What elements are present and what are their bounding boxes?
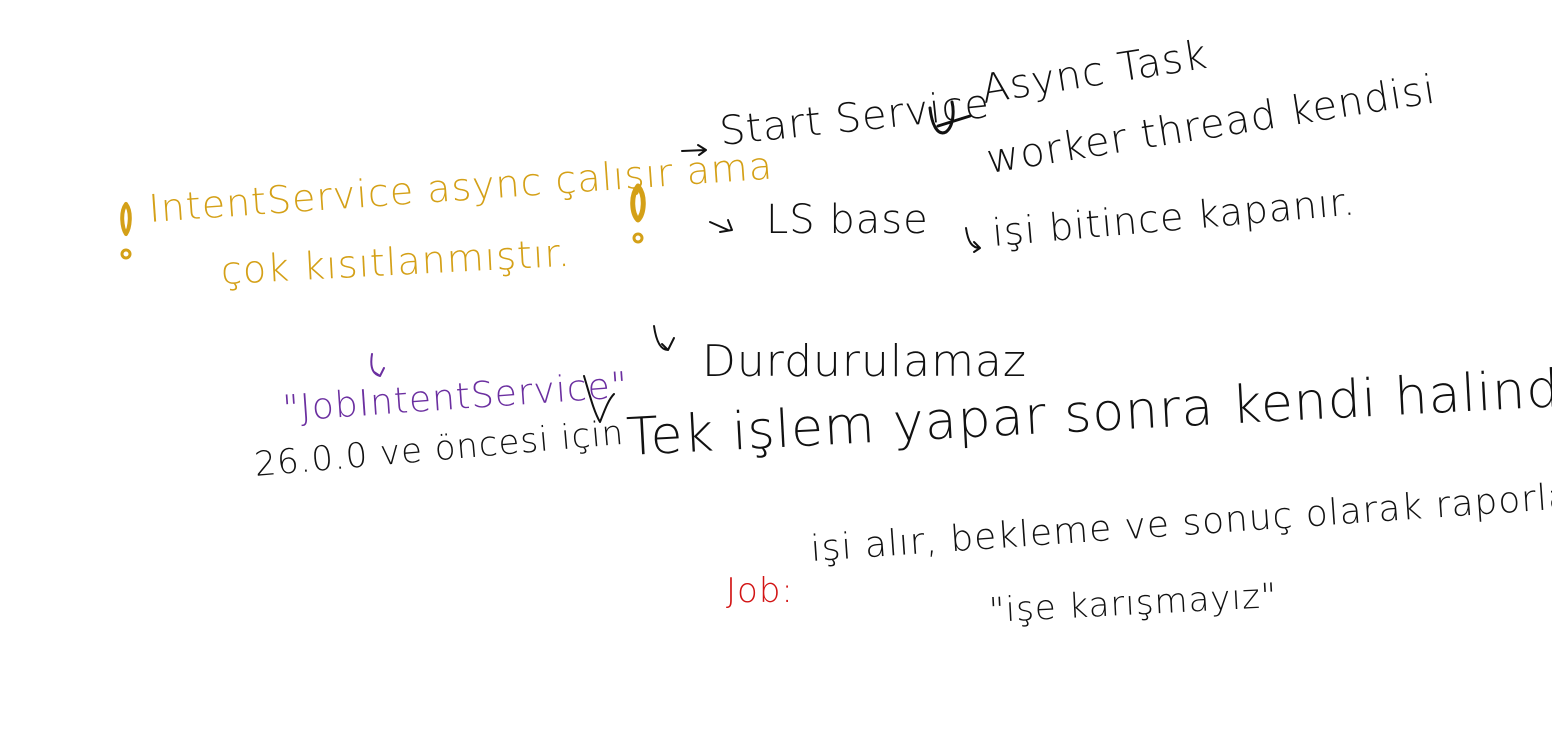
intent-service-note-line1: IntentService async çalışır ama	[147, 143, 775, 231]
durdurulamaz-text: Durdurulamaz	[702, 336, 1027, 387]
arrow-icon	[653, 325, 675, 351]
arrow-icon	[370, 353, 385, 377]
intent-service-note-line2: çok kısıtlanmıştır.	[219, 230, 572, 293]
arrow-icon	[583, 375, 615, 423]
arrow-icon	[965, 227, 981, 253]
exclamation-icon	[630, 183, 646, 244]
check-mark-icon	[928, 100, 972, 135]
async-task-text: Async Task	[978, 31, 1211, 113]
whiteboard-canvas: Start Service Async Task worker thread k…	[0, 0, 1552, 756]
ls-base-text: LS base	[766, 197, 929, 243]
is-bitince-text: işi bitince kapanır.	[990, 179, 1358, 255]
job-desc-text: işi alır, bekleme ve sonuç olarak raporl…	[809, 471, 1552, 570]
ise-karismayiz-text: "işe karışmayız"	[988, 575, 1279, 631]
exclamation-icon	[120, 202, 132, 260]
job-label: Job:	[726, 571, 794, 611]
arrow-icon	[709, 219, 733, 233]
